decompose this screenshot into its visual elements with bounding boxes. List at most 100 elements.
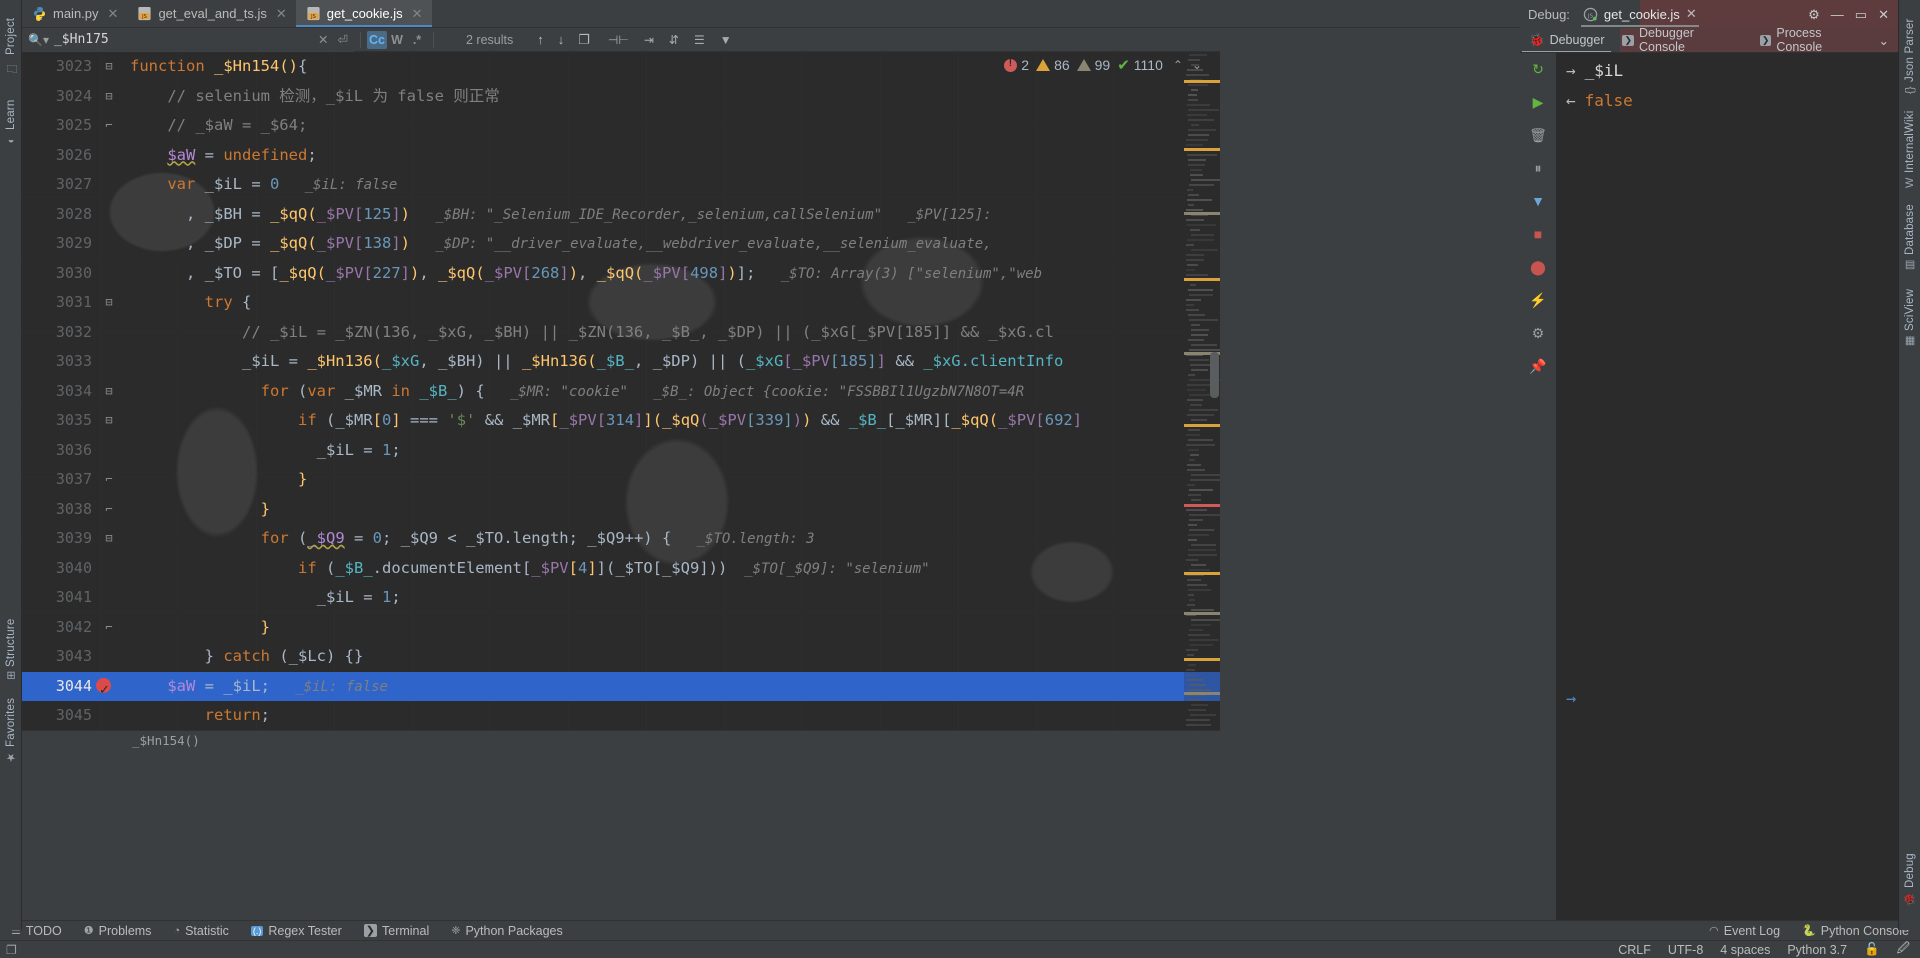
bottom-tool-regex-tester[interactable]: (.) Regex Tester [240, 924, 353, 938]
close-icon[interactable]: ✕ [1878, 8, 1889, 21]
tab-debugger[interactable]: 🐞 Debugger [1520, 28, 1613, 52]
code-line[interactable]: 3039 ⊟ for (_$Q9 = 0; _$Q9 < _$TO.length;… [22, 524, 1220, 554]
error-count-group[interactable]: 2 [1004, 57, 1029, 73]
preserve-case-icon[interactable]: ⇵ [669, 33, 679, 47]
code-line[interactable]: 3031 ⊟ try { [22, 288, 1220, 318]
warning-count-group[interactable]: 86 [1036, 57, 1070, 73]
code-lines[interactable]: 3023 ⊟ function _$Hn154(){3024 ⊟ // seleniu… [22, 52, 1220, 730]
code-line[interactable]: 3043 } catch (_$Lc) {} [22, 642, 1220, 672]
gear-icon[interactable]: ⚙ [1808, 8, 1820, 21]
code-line[interactable]: 3026 $aW = undefined; [22, 141, 1220, 171]
code-line[interactable]: 3029 , _$DP = _$qQ(_$PV[138]) _$DP: "__d… [22, 229, 1220, 259]
strip-icon[interactable]: ⇥ [644, 33, 654, 47]
chevron-down-icon[interactable]: ⌄ [1879, 33, 1898, 48]
sidebar-item-structure[interactable]: ⊞ Structure [0, 600, 22, 680]
sidebar-item-sciview[interactable]: ▦ SciView [1899, 280, 1920, 348]
bottom-tool-terminal[interactable]: ❯ Terminal [353, 924, 440, 938]
fold-marker-icon[interactable]: ⌐ [102, 465, 116, 495]
code-line[interactable]: 3045 return; [22, 701, 1220, 730]
sidebar-item-project[interactable]: 🗀 Project [0, 4, 22, 78]
close-icon[interactable]: ✕ [1686, 6, 1697, 22]
indent-indicator[interactable]: 4 spaces [1720, 943, 1770, 957]
arrow-down-icon[interactable]: ↓ [558, 32, 565, 47]
code-line[interactable]: 3036 _$iL = 1; [22, 436, 1220, 466]
whole-words-toggle[interactable]: W [387, 31, 407, 49]
line-separator-indicator[interactable]: CRLF [1618, 943, 1651, 957]
arrow-up-icon[interactable]: ↑ [537, 32, 544, 47]
code-line[interactable]: 3042 ⌐ } [22, 613, 1220, 643]
stop-icon[interactable]: ■ [1528, 224, 1548, 244]
tool-window-toggle-icon[interactable]: ❐ [0, 943, 17, 957]
chevron-up-icon[interactable]: ⌃ [1173, 58, 1183, 72]
debug-session-tab[interactable]: JS get_cookie.js ✕ [1577, 0, 1703, 28]
tab-main-py[interactable]: main.py ✕ [22, 0, 127, 27]
close-icon[interactable]: ✕ [108, 6, 119, 22]
code-editor[interactable]: 3023 ⊟ function _$Hn154(){3024 ⊟ // seleniu… [22, 52, 1220, 730]
code-line[interactable]: 3040 if (_$B_.documentElement[_$PV[4]](_… [22, 554, 1220, 584]
pause-icon[interactable]: ⏸ [1528, 158, 1548, 178]
code-line[interactable]: 3041 _$iL = 1; [22, 583, 1220, 613]
fold-marker-icon[interactable]: ⌐ [102, 495, 116, 525]
bottom-tool-statistic[interactable]: ◔ Statistic [162, 924, 239, 938]
add-line-icon[interactable]: ⊣⊢ [608, 33, 629, 47]
bottom-tool-event-log[interactable]: ◠ Event Log [1698, 924, 1791, 938]
pin-icon[interactable]: 📌 [1528, 356, 1548, 376]
rerun-icon[interactable]: ↻ [1528, 59, 1548, 79]
code-line[interactable]: 3035 ⊟ if (_$MR[0] === '$' && _$MR[_$PV[3… [22, 406, 1220, 436]
evaluate-icon[interactable]: ⚡ [1528, 290, 1548, 310]
sidebar-item-learn[interactable]: ◓ Learn [0, 84, 22, 146]
fold-marker-icon[interactable]: ⊟ [102, 52, 116, 82]
clear-icon[interactable]: ✕ [318, 32, 328, 47]
regex-toggle[interactable]: .* [407, 31, 427, 49]
sidebar-item-favorites[interactable]: ★ Favorites [0, 686, 22, 764]
code-line[interactable]: 3027 var _$iL = 0 _$iL: false [22, 170, 1220, 200]
tab-get-cookie-js[interactable]: JS get_cookie.js ✕ [295, 0, 432, 27]
sidebar-item-json-parser[interactable]: {} Json Parser [1899, 8, 1920, 94]
trash-icon[interactable]: 🗑 [1528, 125, 1548, 145]
fold-marker-icon[interactable]: ⊟ [102, 524, 116, 554]
match-case-toggle[interactable]: Cc [367, 30, 387, 49]
bottom-tool-problems[interactable]: ❶ Problems [73, 924, 163, 938]
fold-marker-icon[interactable]: ⊟ [102, 377, 116, 407]
fold-marker-icon[interactable]: ⊟ [102, 82, 116, 112]
resume-icon[interactable]: ▶ [1528, 92, 1548, 112]
sidebar-item-internalwiki[interactable]: W InternalWiki [1899, 100, 1920, 188]
close-icon[interactable]: ✕ [276, 6, 287, 22]
debugger-console-output[interactable]: → _$iL ← false → [1556, 53, 1898, 920]
tab-process-console[interactable]: ❯ Process Console [1751, 28, 1879, 52]
unlocked-icon[interactable]: 🔓 [1864, 942, 1880, 957]
code-line[interactable]: 3033 _$iL = _$Hn136(_$xG, _$BH) || _$Hn1… [22, 347, 1220, 377]
code-line[interactable]: 3032 // _$iL = _$ZN(136, _$xG, _$BH) || … [22, 318, 1220, 348]
fold-marker-icon[interactable]: ⌐ [102, 111, 116, 141]
code-line[interactable]: 3030 , _$TO = [_$qQ(_$PV[227]), _$qQ(_$P… [22, 259, 1220, 289]
sidebar-item-database[interactable]: ▤ Database [1899, 196, 1920, 272]
editor-vertical-scrollbar[interactable] [1208, 52, 1220, 730]
inspection-widget[interactable]: 2 86 99 ✔ 1110 ⌃ ⌄ [1004, 56, 1202, 74]
weak-warning-count-group[interactable]: 99 [1076, 57, 1110, 73]
mute-breakpoints-icon[interactable]: ⬤ [1528, 257, 1548, 277]
typo-count-group[interactable]: ✔ 1110 [1117, 56, 1163, 74]
settings-icon[interactable]: ⚙ [1528, 323, 1548, 343]
close-icon[interactable]: ✕ [412, 6, 423, 22]
code-line[interactable]: 3037 ⌐ } [22, 465, 1220, 495]
open-in-find-window-icon[interactable]: ☰ [694, 33, 705, 47]
code-line[interactable]: 3025 ⌐ // _$aW = _$64; [22, 111, 1220, 141]
filter-icon[interactable]: ▼ [720, 33, 732, 47]
console-prompt[interactable]: → [1566, 689, 1576, 709]
minimize-icon[interactable]: — [1831, 8, 1844, 21]
sidebar-item-debug[interactable]: 🐞 Debug [1899, 840, 1920, 906]
bottom-tool-python-packages[interactable]: ❈ Python Packages [440, 924, 574, 938]
code-line[interactable]: 3034 ⊟ for (var _$MR in _$B_) { _$MR: "co… [22, 377, 1220, 407]
fold-marker-icon[interactable]: ⊟ [102, 406, 116, 436]
select-all-icon[interactable]: ❐ [578, 32, 590, 48]
maximize-icon[interactable]: ▭ [1855, 8, 1867, 21]
tab-debugger-console[interactable]: ❯ Debugger Console [1613, 28, 1750, 52]
breakpoint-icon[interactable] [96, 676, 111, 705]
filter-icon[interactable]: ▼ [1528, 191, 1548, 211]
fold-marker-icon[interactable]: ⊟ [102, 288, 116, 318]
tab-get-eval-and-ts-js[interactable]: JS get_eval_and_ts.js ✕ [127, 0, 295, 27]
breadcrumb[interactable]: _$Hn154() [22, 730, 1220, 750]
search-input[interactable]: 🔍▾ _$Hn175 ✕ ⏎ [22, 27, 354, 52]
code-line[interactable]: 3038 ⌐ } [22, 495, 1220, 525]
restore-icon[interactable]: ⏎ [338, 32, 348, 47]
